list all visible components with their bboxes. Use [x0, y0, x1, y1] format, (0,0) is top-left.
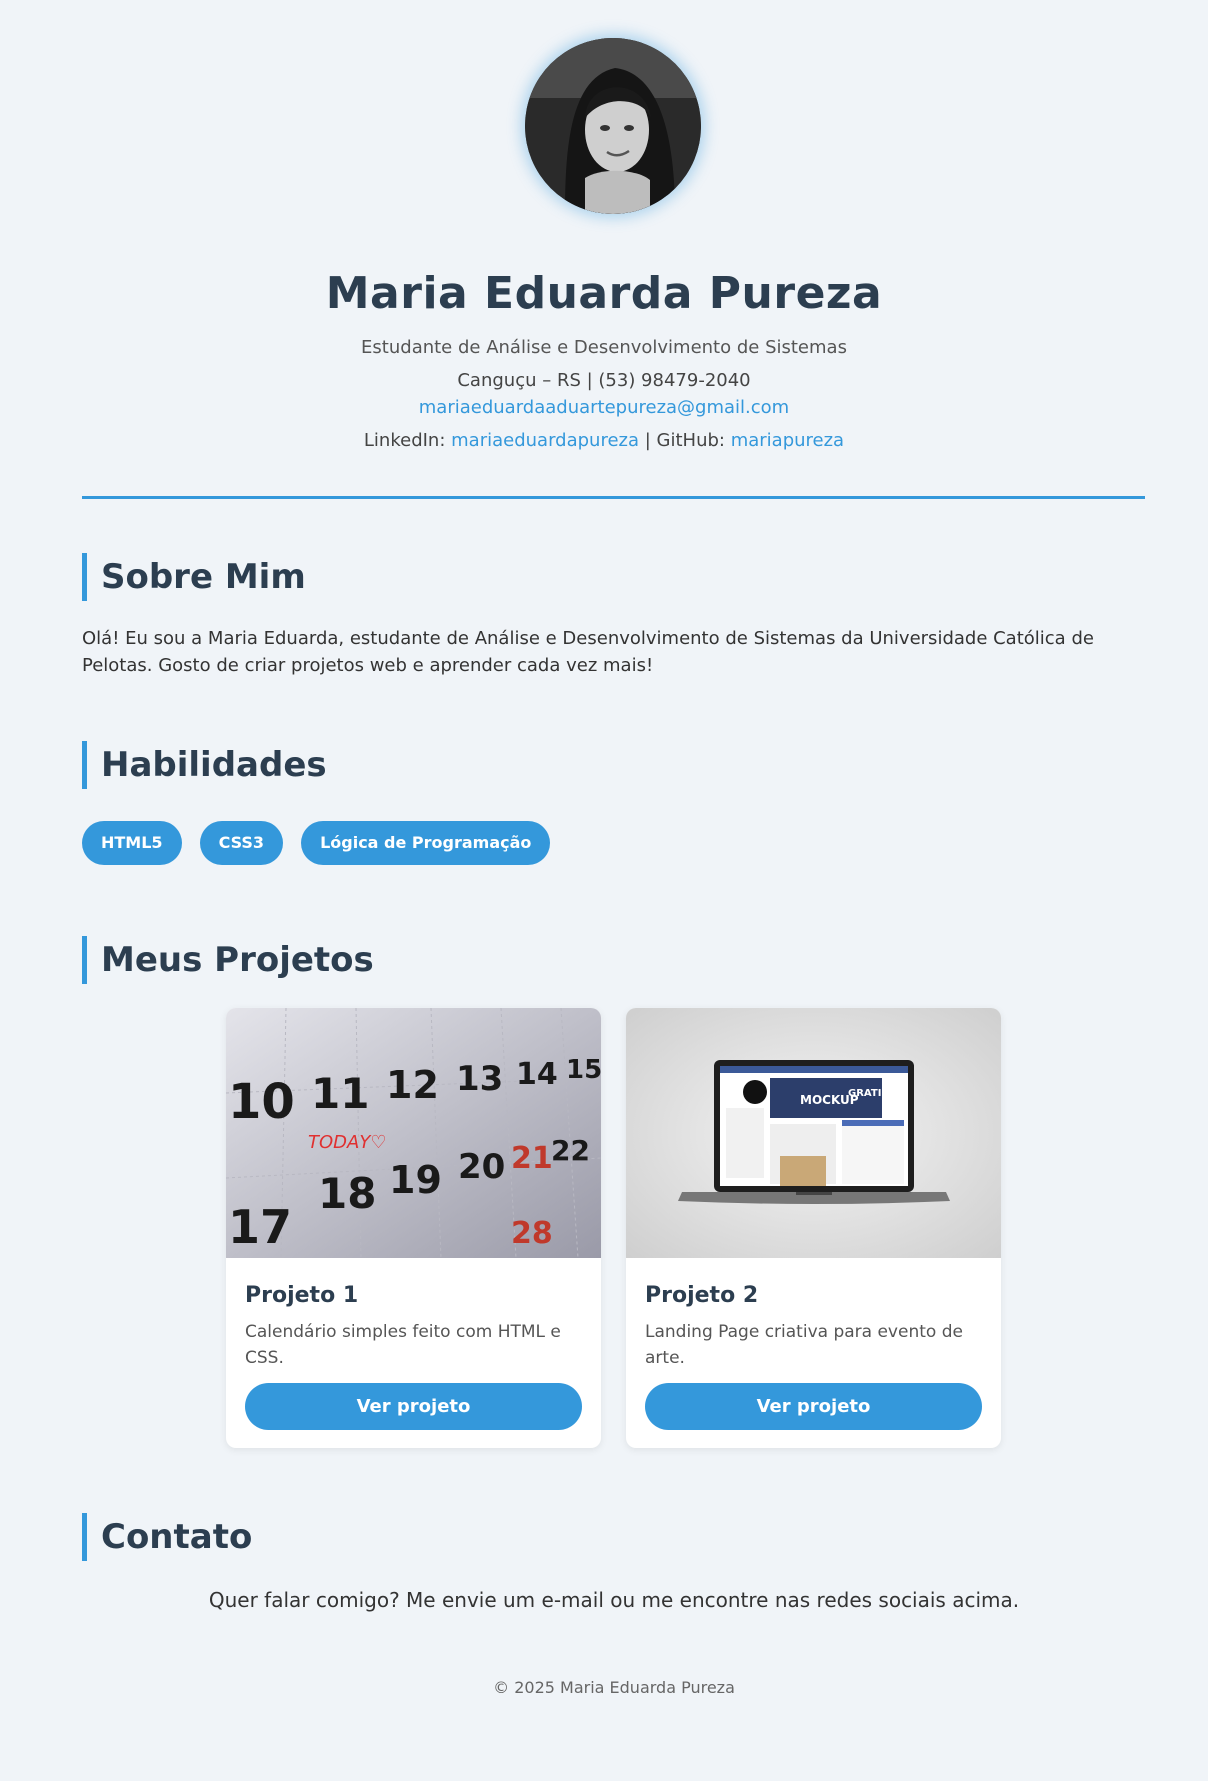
- contact-text: Quer falar comigo? Me envie um e-mail ou…: [208, 1588, 1020, 1612]
- github-label: GitHub:: [656, 430, 731, 451]
- social-separator: |: [639, 430, 657, 451]
- social-links-row: LinkedIn: mariaeduardapureza | GitHub: m…: [0, 430, 1208, 451]
- project-1-title: Projeto 1: [245, 1283, 359, 1308]
- svg-text:TODAY♡: TODAY♡: [308, 1132, 386, 1153]
- svg-text:20: 20: [458, 1147, 505, 1187]
- project-1-view-button[interactable]: Ver projeto: [245, 1383, 582, 1430]
- profile-photo-illustration: [525, 38, 701, 214]
- project-card-2: MOCKUP GRATIS Projeto 2 Landing Page cri…: [626, 1008, 1001, 1448]
- svg-text:12: 12: [386, 1063, 439, 1107]
- portfolio-page: Maria Eduarda Pureza Estudante de Anális…: [0, 0, 1208, 1781]
- svg-text:19: 19: [389, 1158, 442, 1202]
- about-heading: Sobre Mim: [82, 553, 306, 601]
- svg-text:22: 22: [551, 1134, 590, 1167]
- svg-text:28: 28: [511, 1216, 553, 1251]
- github-link[interactable]: mariapureza: [731, 430, 844, 451]
- project-2-view-button[interactable]: Ver projeto: [645, 1383, 982, 1430]
- skill-badge-css3: CSS3: [199, 821, 284, 865]
- svg-text:17: 17: [228, 1200, 292, 1254]
- skills-heading: Habilidades: [82, 741, 327, 789]
- project-2-description: Landing Page criativa para evento de art…: [645, 1322, 963, 1368]
- svg-text:21: 21: [511, 1141, 553, 1176]
- linkedin-link[interactable]: mariaeduardapureza: [451, 430, 639, 451]
- linkedin-label: LinkedIn:: [363, 430, 452, 451]
- project-2-title: Projeto 2: [645, 1283, 759, 1308]
- skills-list: HTML5 CSS3 Lógica de Programação: [82, 821, 551, 865]
- project-1-calendar-image: 10 11 12 13 14 15 17 18 19 20 21 22 28 T…: [226, 1008, 601, 1258]
- profile-name: Maria Eduarda Pureza: [325, 268, 883, 319]
- email-link[interactable]: mariaeduardaaduartepureza@gmail.com: [419, 397, 789, 418]
- footer-copyright: © 2025 Maria Eduarda Pureza: [493, 1678, 735, 1697]
- profile-photo: [525, 38, 701, 214]
- skill-badge-html5: HTML5: [82, 821, 182, 865]
- svg-text:11: 11: [311, 1069, 369, 1118]
- project-2-laptop-image: MOCKUP GRATIS: [626, 1008, 1001, 1258]
- projects-heading: Meus Projetos: [82, 936, 374, 984]
- svg-text:14: 14: [516, 1057, 558, 1092]
- svg-text:10: 10: [228, 1074, 295, 1130]
- project-1-description: Calendário simples feito com HTML e CSS.: [245, 1322, 561, 1368]
- project-card-1: 10 11 12 13 14 15 17 18 19 20 21 22 28 T…: [226, 1008, 601, 1448]
- about-text: Olá! Eu sou a Maria Eduarda, estudante d…: [82, 628, 1094, 676]
- profile-location-phone: Canguçu – RS | (53) 98479-2040: [457, 370, 751, 391]
- header-divider: [82, 496, 1145, 499]
- email-row: mariaeduardaaduartepureza@gmail.com: [0, 397, 1208, 418]
- svg-text:13: 13: [456, 1059, 503, 1099]
- skill-badge-logic: Lógica de Programação: [301, 821, 551, 865]
- contact-heading: Contato: [82, 1513, 252, 1561]
- svg-text:15: 15: [566, 1055, 601, 1085]
- svg-text:GRATIS: GRATIS: [848, 1088, 889, 1099]
- svg-text:18: 18: [318, 1169, 376, 1218]
- profile-subtitle: Estudante de Análise e Desenvolvimento d…: [361, 337, 847, 358]
